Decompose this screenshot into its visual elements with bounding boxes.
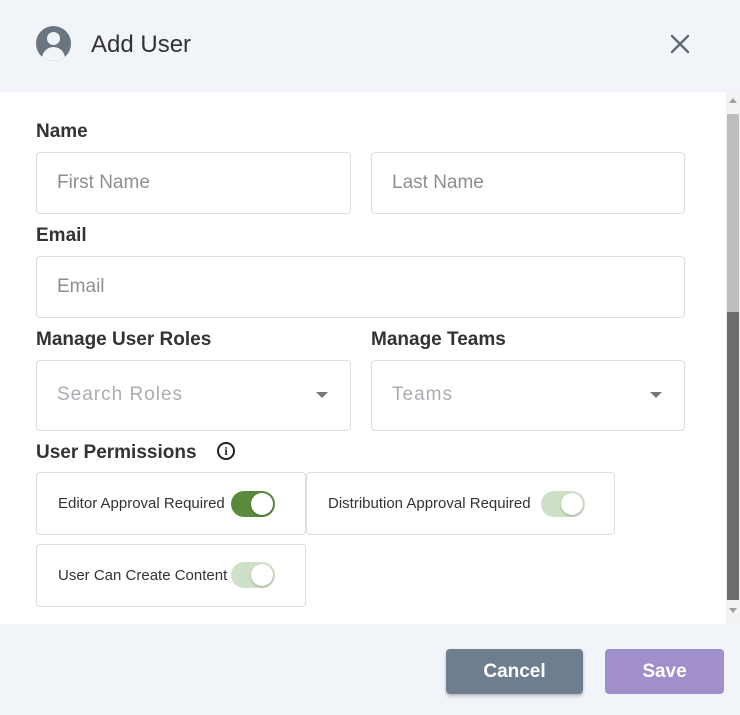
last-name-input[interactable] — [372, 153, 684, 213]
teams-placeholder: Teams — [392, 384, 453, 405]
roles-select[interactable]: Search Roles — [36, 360, 351, 431]
email-field — [36, 256, 685, 318]
info-icon[interactable]: i — [217, 442, 235, 460]
email-label: Email — [36, 225, 87, 246]
chevron-down-icon — [650, 392, 662, 398]
permission-distribution-approval: Distribution Approval Required — [306, 472, 615, 535]
permission-label: Distribution Approval Required — [328, 495, 531, 512]
create-content-toggle[interactable] — [231, 562, 275, 588]
dialog-title: Add User — [91, 31, 192, 58]
teams-select[interactable]: Teams — [371, 360, 685, 431]
permission-editor-approval: Editor Approval Required — [36, 472, 306, 535]
editor-approval-toggle[interactable] — [231, 491, 275, 517]
permission-label: Editor Approval Required — [58, 495, 225, 512]
chevron-down-icon — [316, 392, 328, 398]
roles-placeholder: Search Roles — [57, 384, 184, 405]
permission-label: User Can Create Content — [58, 567, 228, 584]
user-circle-icon — [36, 26, 71, 61]
distribution-approval-toggle[interactable] — [541, 491, 585, 517]
scrollbar[interactable] — [726, 92, 740, 624]
save-button[interactable]: Save — [605, 649, 724, 694]
scrollbar-thumb[interactable] — [727, 114, 739, 312]
dialog-footer: Cancel Save — [0, 624, 740, 715]
name-label: Name — [36, 121, 88, 142]
roles-label: Manage User Roles — [36, 329, 212, 350]
dialog-header: Add User — [0, 0, 740, 92]
first-name-input[interactable] — [37, 153, 350, 213]
permissions-label: User Permissions — [36, 442, 197, 463]
teams-label: Manage Teams — [371, 329, 506, 350]
scroll-up-icon[interactable] — [729, 98, 737, 103]
permission-create-content: User Can Create Content — [36, 544, 306, 607]
first-name-field — [36, 152, 351, 214]
last-name-field — [371, 152, 685, 214]
close-icon[interactable] — [668, 32, 692, 56]
cancel-button[interactable]: Cancel — [446, 649, 583, 694]
email-input[interactable] — [37, 257, 684, 317]
scroll-down-icon[interactable] — [729, 608, 737, 613]
